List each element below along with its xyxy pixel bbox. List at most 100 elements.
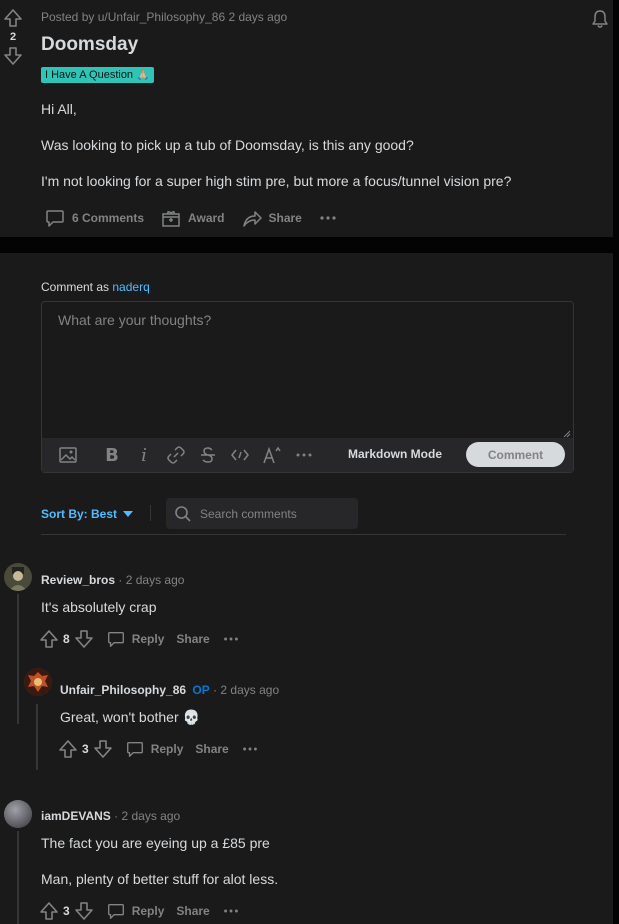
reply-button[interactable]: Reply <box>106 901 165 921</box>
comments-button[interactable]: 6 Comments <box>44 207 144 229</box>
code-icon[interactable] <box>224 446 256 464</box>
comment-text: Man, plenty of better stuff for alot les… <box>41 871 279 887</box>
upvote-icon[interactable] <box>39 629 59 649</box>
ellipsis-icon <box>223 637 238 641</box>
avatar[interactable] <box>4 563 32 591</box>
comment-as-label: Comment as naderq <box>41 280 150 294</box>
comment-as-prefix: Comment as <box>41 280 110 294</box>
post-actions: 6 Comments Award Share <box>44 207 360 229</box>
comment-actions: 3 Reply Share <box>58 739 265 759</box>
downvote-icon[interactable] <box>93 739 113 759</box>
reply-label: Reply <box>131 904 165 918</box>
image-icon[interactable] <box>52 445 84 465</box>
post-score: 2 <box>9 31 17 43</box>
comment-author[interactable]: iamDEVANS <box>41 809 111 823</box>
reply-label: Reply <box>150 742 184 756</box>
current-username-link[interactable]: naderq <box>112 280 149 294</box>
comment-text: Great, won't bother 💀 <box>60 709 200 725</box>
comment-text: It's absolutely crap <box>41 599 157 615</box>
comment-search <box>166 498 358 529</box>
sort-label: Sort By: Best <box>41 507 118 521</box>
caret-down-icon <box>123 511 134 517</box>
ellipsis-icon <box>242 747 257 751</box>
strikethrough-icon[interactable] <box>192 446 224 464</box>
link-icon[interactable] <box>160 446 192 464</box>
share-button[interactable]: Share <box>176 904 209 918</box>
post-title[interactable]: Doomsday <box>41 34 138 56</box>
comment-score: 3 <box>82 742 89 756</box>
markdown-mode-toggle[interactable]: Markdown Mode <box>348 447 442 461</box>
downvote-icon[interactable] <box>74 901 94 921</box>
reply-button[interactable]: Reply <box>125 739 184 759</box>
award-label: Award <box>188 211 225 225</box>
sort-bar: Sort By: Best <box>41 498 566 535</box>
comments-count: 6 Comments <box>72 211 145 225</box>
thread-line[interactable] <box>17 831 19 924</box>
post-body-line: Hi All, <box>41 101 77 117</box>
reply-label: Reply <box>131 632 165 646</box>
more-options-button[interactable] <box>241 740 265 758</box>
comment-header: Review_bros · 2 days ago <box>41 573 184 587</box>
comment-editor: B i Markdown Mode Comment <box>41 301 574 473</box>
more-formatting-icon[interactable] <box>288 445 320 465</box>
comment-author[interactable]: Unfair_Philosophy_86 <box>60 683 186 697</box>
comment-submit-button[interactable]: Comment <box>466 442 565 467</box>
gift-icon <box>162 210 180 227</box>
ellipsis-icon <box>223 909 238 913</box>
upvote-icon[interactable] <box>58 739 78 759</box>
comment-icon <box>107 631 124 647</box>
post-card: 2 Posted by u/Unfair_Philosophy_86 2 day… <box>0 0 613 237</box>
comment-time: · 2 days ago <box>118 573 185 587</box>
downvote-icon[interactable] <box>74 629 94 649</box>
downvote-icon[interactable] <box>3 46 23 66</box>
share-icon <box>242 211 262 227</box>
post-flair[interactable]: I Have A Question 🙏🏼 <box>41 67 154 83</box>
share-button[interactable]: Share <box>241 207 302 229</box>
resize-handle-icon[interactable] <box>563 430 571 438</box>
comment-textarea[interactable] <box>42 302 573 439</box>
comment-actions: 8 Reply Share <box>39 629 246 649</box>
upvote-icon[interactable] <box>39 901 59 921</box>
comment-icon <box>46 210 64 227</box>
post-meta: Posted by u/Unfair_Philosophy_86 2 days … <box>41 10 288 24</box>
more-options-button[interactable] <box>318 208 344 228</box>
share-button[interactable]: Share <box>195 742 228 756</box>
editor-toolbar: B i Markdown Mode Comment <box>42 438 573 472</box>
thread-line[interactable] <box>17 594 19 724</box>
italic-icon[interactable]: i <box>128 445 160 466</box>
share-button[interactable]: Share <box>176 632 209 646</box>
bell-icon[interactable] <box>590 9 610 29</box>
op-badge: OP <box>192 683 210 697</box>
superscript-icon[interactable] <box>256 445 288 465</box>
comment-score: 3 <box>63 904 70 918</box>
more-options-button[interactable] <box>222 630 246 648</box>
comment-icon <box>107 903 124 919</box>
upvote-icon[interactable] <box>3 8 23 28</box>
more-options-button[interactable] <box>222 902 246 920</box>
reply-button[interactable]: Reply <box>106 629 165 649</box>
comments-panel: Comment as naderq B i <box>0 253 613 924</box>
bold-icon[interactable]: B <box>96 445 128 466</box>
comment-time: · 2 days ago <box>213 683 280 697</box>
search-icon <box>175 505 191 522</box>
comment-time: · 2 days ago <box>114 809 181 823</box>
comment-author[interactable]: Review_bros <box>41 573 115 587</box>
comment-search-input[interactable] <box>200 506 350 521</box>
avatar[interactable] <box>4 800 32 828</box>
ellipsis-icon <box>320 216 336 220</box>
post-body-line: Was looking to pick up a tub of Doomsday… <box>41 137 414 153</box>
sort-dropdown[interactable]: Sort By: Best <box>41 507 134 521</box>
divider <box>150 505 151 521</box>
award-button[interactable]: Award <box>160 207 225 229</box>
comment-header: Unfair_Philosophy_86 OP · 2 days ago <box>60 683 279 697</box>
comment-text: The fact you are eyeing up a £85 pre <box>41 835 270 851</box>
post-vote-column: 2 <box>0 8 26 66</box>
post-body-line: I'm not looking for a super high stim pr… <box>41 173 512 189</box>
comment-icon <box>126 741 143 757</box>
comment-header: iamDEVANS · 2 days ago <box>41 809 180 823</box>
share-label: Share <box>268 211 302 225</box>
comment-actions: 3 Reply Share <box>39 901 246 921</box>
comment-score: 8 <box>63 632 70 646</box>
avatar[interactable] <box>24 668 52 696</box>
thread-line[interactable] <box>36 704 38 770</box>
